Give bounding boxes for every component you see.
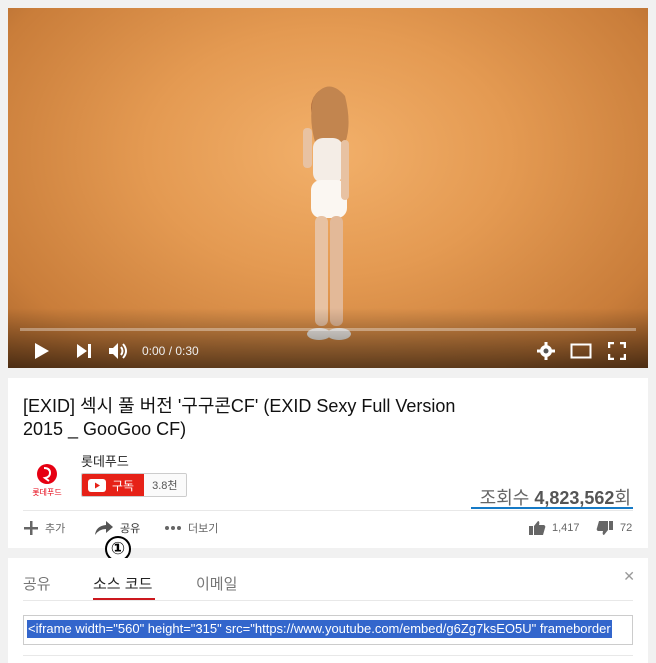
play-button[interactable] <box>34 340 50 362</box>
plus-icon <box>24 521 38 535</box>
volume-icon <box>109 343 127 359</box>
subscriber-count: 3.8천 <box>144 474 186 496</box>
share-arrow-icon <box>95 521 113 535</box>
like-count: 1,417 <box>552 522 580 534</box>
thumbs-down-icon <box>596 521 613 535</box>
close-icon: ✕ <box>623 568 635 584</box>
divider <box>23 510 633 511</box>
add-label: 추가 <box>45 523 66 535</box>
subscribe-label: 구독 <box>112 478 135 493</box>
tab-embed[interactable]: 소스 코드 <box>93 573 152 594</box>
channel-name[interactable]: 롯데푸드 <box>81 451 129 470</box>
thumbs-up-icon <box>529 521 546 535</box>
progress-bar[interactable] <box>20 328 636 331</box>
views-value: 4,823,562 <box>534 488 615 508</box>
like-ratio-bar <box>471 507 633 509</box>
dislike-count: 72 <box>620 522 633 534</box>
embed-code-selected-text: <iframe width="560" height="315" src="ht… <box>27 620 612 638</box>
lotte-logo-icon <box>37 463 57 484</box>
tab-share[interactable]: 공유 <box>23 573 51 594</box>
close-button[interactable]: ✕ <box>623 568 635 585</box>
views-label: 조회수 <box>479 488 530 508</box>
video-player[interactable]: 0:00 / 0:30 <box>8 8 648 368</box>
more-dots-icon <box>165 526 181 530</box>
next-icon <box>77 344 91 358</box>
video-info-card: [EXID] 섹시 풀 버전 '구구콘CF' (EXID Sexy Full V… <box>8 378 648 548</box>
time-display: 0:00 / 0:30 <box>142 344 199 358</box>
theater-mode-icon <box>570 343 592 359</box>
theater-mode-button[interactable] <box>570 340 592 362</box>
video-title: [EXID] 섹시 풀 버전 '구구콘CF' (EXID Sexy Full V… <box>23 396 456 439</box>
settings-button[interactable] <box>537 340 555 362</box>
youtube-play-icon <box>88 478 106 492</box>
settings-icon <box>537 342 555 360</box>
tab-email[interactable]: 이메일 <box>196 573 237 594</box>
volume-button[interactable] <box>108 340 130 362</box>
fullscreen-icon <box>608 342 626 360</box>
more-button[interactable]: 더보기 <box>164 520 218 536</box>
views-suffix: 회 <box>614 488 631 508</box>
channel-avatar[interactable]: 롯데푸드 <box>23 456 71 504</box>
share-label: 공유 <box>120 523 141 535</box>
embed-code-field[interactable]: <iframe width="560" height="315" src="ht… <box>23 615 633 645</box>
subscribe-button[interactable]: 구독 3.8천 <box>81 473 187 497</box>
share-panel: 공유 소스 코드 이메일 ✕ <iframe width="560" heigh… <box>8 558 648 663</box>
channel-logo-text: 롯데푸드 <box>32 487 62 497</box>
more-label: 더보기 <box>188 523 219 535</box>
play-icon <box>35 343 49 359</box>
dislike-button[interactable]: 72 <box>596 520 632 536</box>
fullscreen-button[interactable] <box>608 340 626 362</box>
share-button[interactable]: 공유 <box>94 520 140 536</box>
next-button[interactable] <box>76 340 92 362</box>
divider <box>23 600 633 601</box>
like-button[interactable]: 1,417 <box>528 520 580 536</box>
divider <box>23 655 633 656</box>
add-to-button[interactable]: 추가 <box>23 520 65 536</box>
